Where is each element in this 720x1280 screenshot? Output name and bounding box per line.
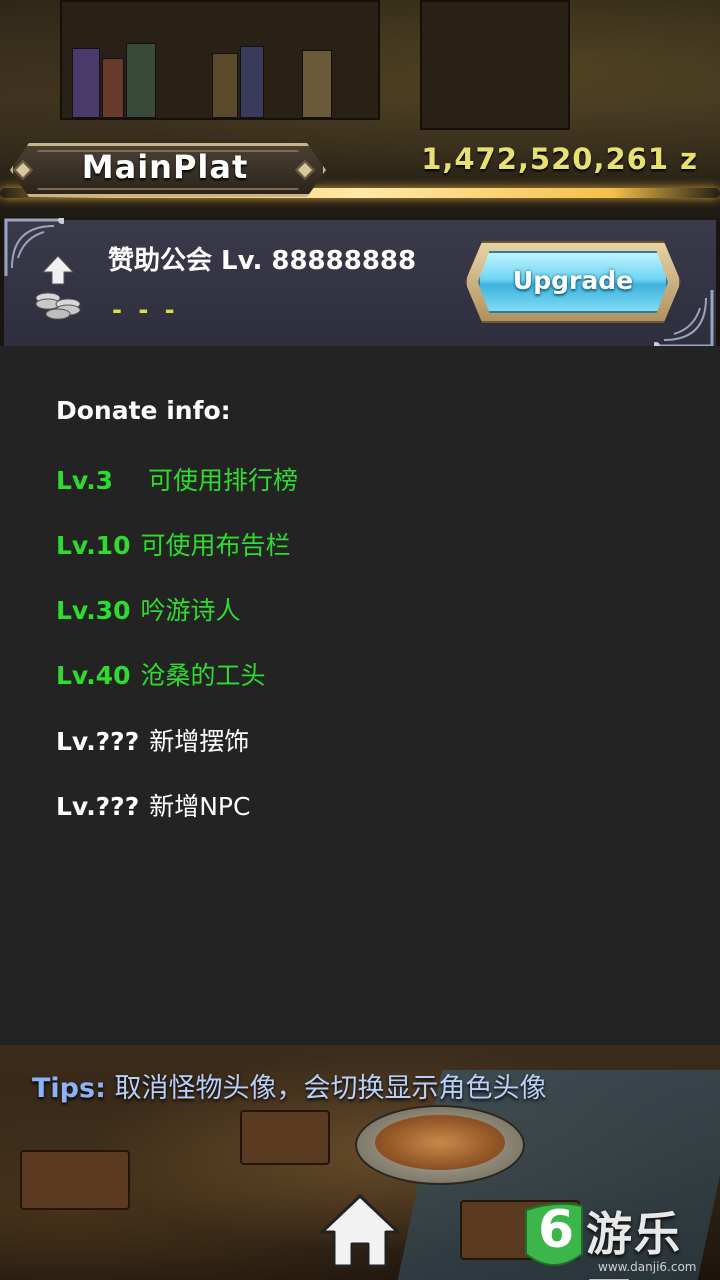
guild-level-subtitle: - - - <box>112 296 179 324</box>
currency-amount: 1,472,520,261 z <box>421 142 698 176</box>
perk-description: 新增NPC <box>149 792 251 821</box>
perk-description: 可使用布告栏 <box>140 531 291 560</box>
stool <box>240 1110 330 1165</box>
perk-row: Lv.40 沧桑的工头 <box>56 656 266 692</box>
perk-row: Lv.??? 新增NPC <box>56 787 250 823</box>
perk-level: Lv.??? <box>56 727 140 756</box>
home-icon[interactable] <box>318 1192 402 1270</box>
upgrade-button[interactable]: Upgrade <box>478 251 668 313</box>
tips-line: Tips: 取消怪物头像，会切换显示角色头像 <box>32 1066 546 1105</box>
guild-level-title: 赞助公会 Lv. 88888888 <box>108 246 417 276</box>
perk-row: Lv.30 吟游诗人 <box>56 591 241 627</box>
watermark-url: www.danji6.com <box>598 1260 697 1274</box>
coins-upgrade-icon <box>35 255 81 320</box>
perk-level: Lv.30 <box>56 596 131 625</box>
perk-description: 吟游诗人 <box>140 596 241 625</box>
perk-row: Lv.10 可使用布告栏 <box>56 526 291 562</box>
perk-level: Lv.40 <box>56 661 131 690</box>
donate-info-panel <box>0 346 720 1045</box>
perk-description: 可使用排行榜 <box>148 466 299 495</box>
tips-text: 取消怪物头像，会切换显示角色头像 <box>114 1073 547 1104</box>
perk-row: Lv.??? 新增摆饰 <box>56 722 249 758</box>
tips-label: Tips: <box>32 1073 106 1104</box>
perk-row: Lv.3 可使用排行榜 <box>56 461 298 497</box>
perk-level: Lv.3 <box>56 466 114 495</box>
stool <box>20 1150 130 1210</box>
page-title: MainPlat <box>81 148 249 186</box>
perk-level: Lv.10 <box>56 531 131 560</box>
bookshelf <box>420 0 570 130</box>
perk-level: Lv.??? <box>56 792 140 821</box>
perk-description: 新增摆饰 <box>149 727 250 756</box>
donate-info-heading: Donate info: <box>56 396 231 425</box>
watermark-logo-digit: 6 <box>538 1200 575 1260</box>
bookshelf <box>60 0 380 120</box>
food <box>375 1115 505 1170</box>
perk-description: 沧桑的工头 <box>140 661 266 690</box>
